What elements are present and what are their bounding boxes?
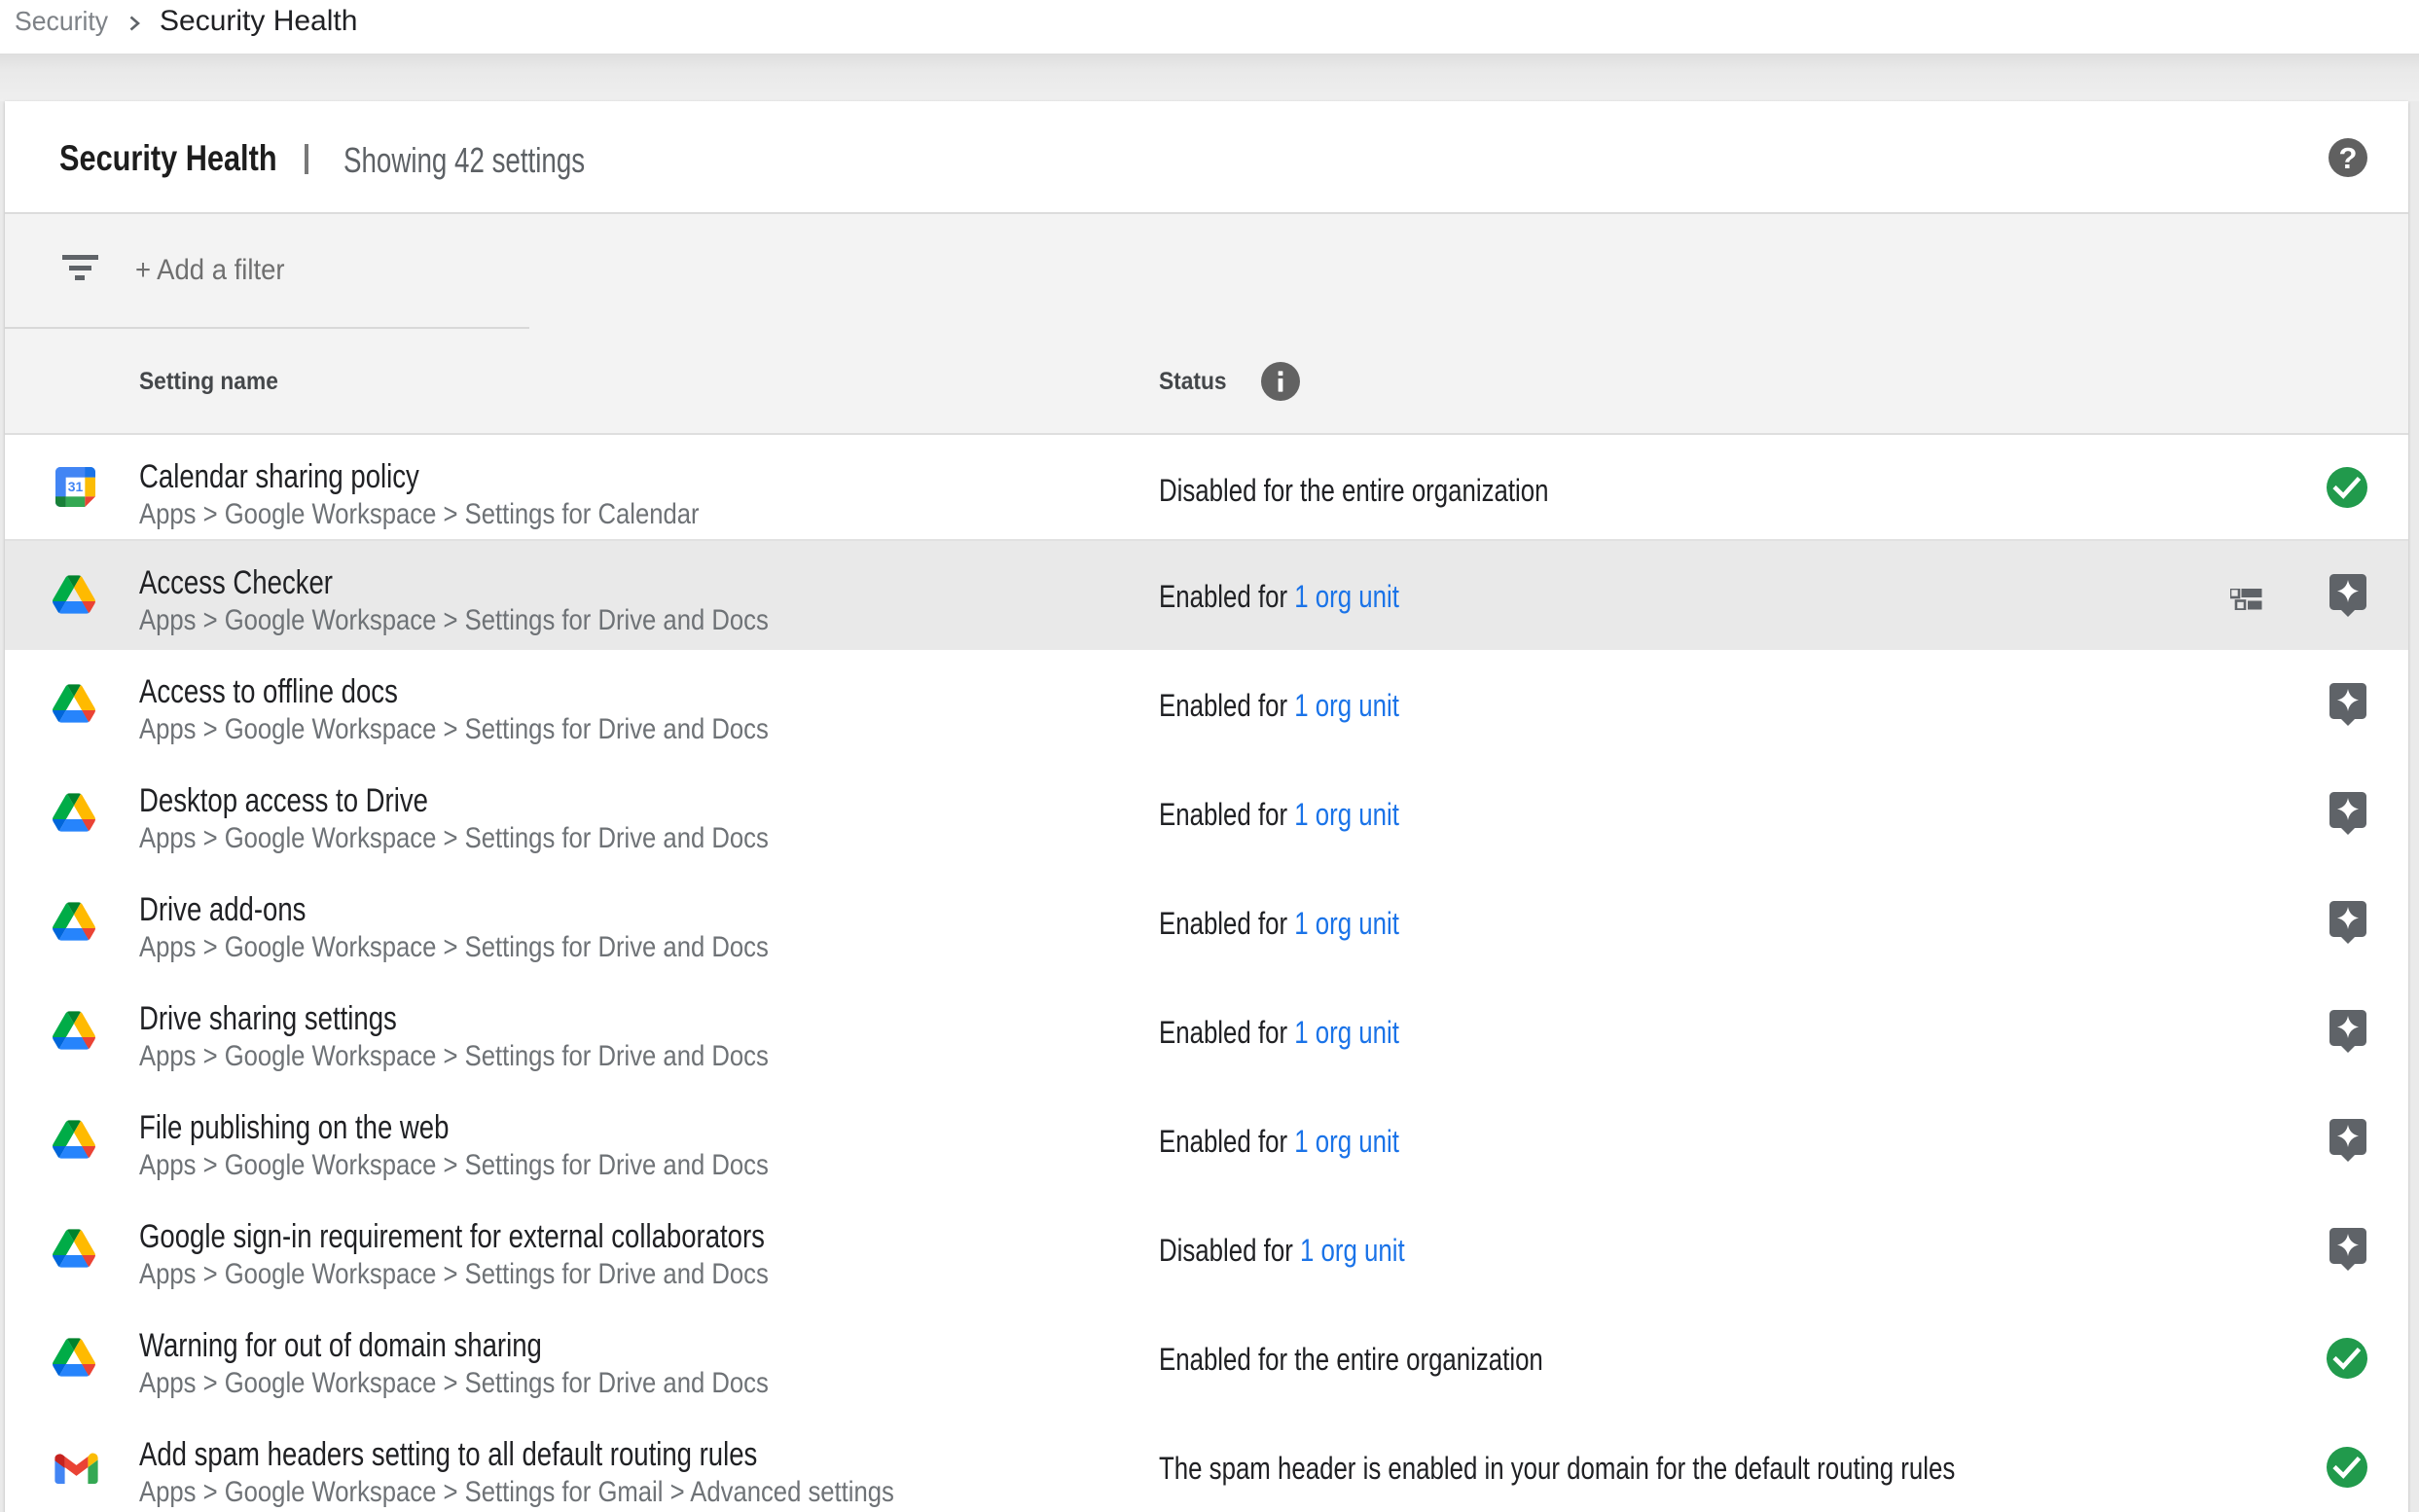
svg-text:31: 31: [68, 479, 84, 494]
